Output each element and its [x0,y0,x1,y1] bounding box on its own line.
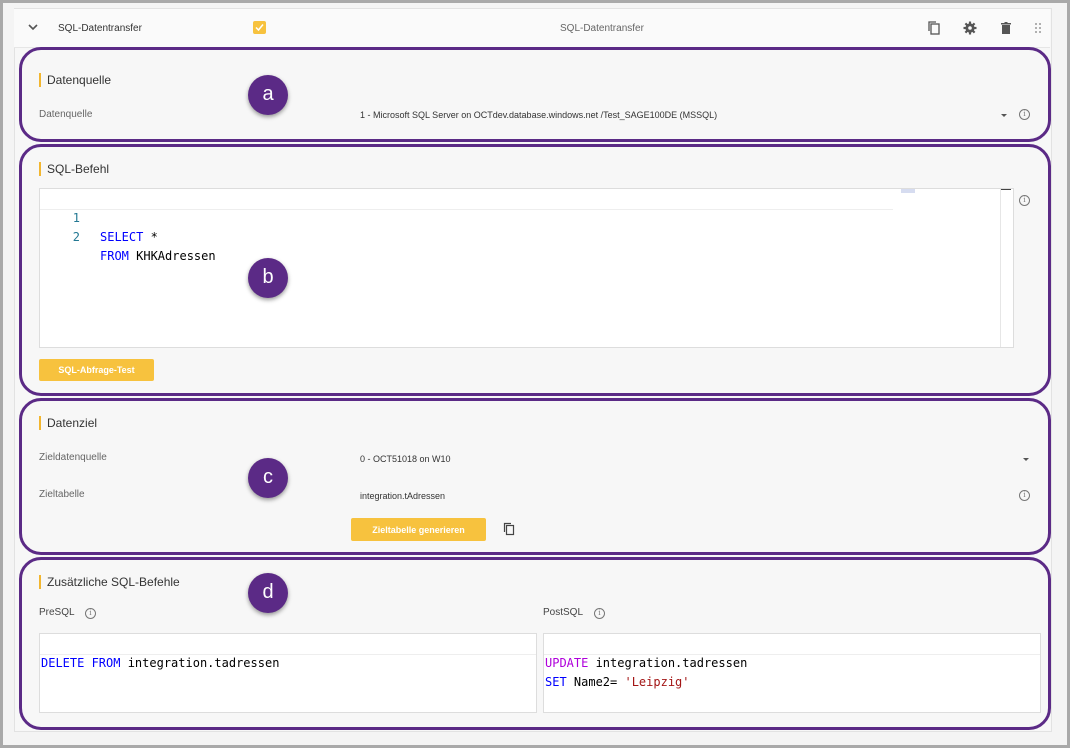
card-header: SQL-Datentransfer SQL-Datentransfer [14,9,1050,48]
section-title: SQL-Befehl [39,162,109,176]
section-datenquelle: Datenquelle Datenquelle 1 - Microsoft SQ… [19,47,1051,142]
info-icon[interactable]: i [1019,490,1030,501]
sql-keyword: SET [545,675,567,689]
generate-table-button[interactable]: Zieltabelle generieren [351,518,486,541]
zieldatenquelle-select[interactable]: 0 - OCT51018 on W10 [360,454,451,464]
annotation-badge-c: c [248,458,288,498]
gear-icon[interactable] [962,20,978,36]
card-title: SQL-Datentransfer [58,23,142,34]
scrollbar-thumb[interactable] [1001,189,1011,190]
sql-test-button[interactable]: SQL-Abfrage-Test [39,359,154,381]
card-type-label: SQL-Datentransfer [560,23,644,34]
zieltabelle-input[interactable]: integration.tAdressen [360,491,445,501]
sql-text: KHKAdressen [128,249,216,263]
annotation-badge-b: b [248,258,288,298]
copy-icon[interactable] [502,522,516,536]
trash-icon[interactable] [998,20,1014,36]
zieldatenquelle-label: Zieldatenquelle [39,452,107,463]
sql-keyword: FROM [100,249,129,263]
drag-handle-icon[interactable] [1030,20,1046,36]
code-line: UPDATE integration.tadressen [544,635,1040,670]
annotation-badge-a: a [248,75,288,115]
dropdown-caret-icon[interactable] [1023,458,1029,461]
annotation-badge-d: d [248,573,288,613]
section-title: Zusätzliche SQL-Befehle [39,575,180,589]
copy-icon[interactable] [926,20,942,36]
sql-keyword: DELETE FROM [41,656,121,670]
active-checkbox[interactable] [253,21,266,34]
code-line: 1 SELECT * [40,190,893,244]
sql-keyword: SELECT [100,230,144,244]
code-line: 2 FROM KHKAdressen [40,209,1013,263]
info-icon[interactable]: i [594,608,605,619]
info-icon[interactable]: i [1019,195,1030,206]
sql-text: integration.tadressen [120,656,280,670]
presql-label: PreSQL [39,607,75,618]
section-zusaetzliche-sql: Zusätzliche SQL-Befehle PreSQL i PostSQL… [19,557,1051,730]
info-icon[interactable]: i [1019,109,1030,120]
line-number: 2 [72,230,80,244]
chevron-down-icon[interactable] [26,20,40,34]
zieltabelle-label: Zieltabelle [39,489,85,500]
info-icon[interactable]: i [85,608,96,619]
datenquelle-select[interactable]: 1 - Microsoft SQL Server on OCTdev.datab… [360,110,717,120]
section-title: Datenziel [39,416,97,430]
sql-text: * [143,230,158,244]
minimap [901,189,915,193]
datenquelle-label: Datenquelle [39,109,93,120]
sql-text: Name2= [566,675,625,689]
postsql-label: PostSQL [543,607,584,618]
section-title: Datenquelle [39,73,111,87]
sql-string: 'Leipzig' [624,675,690,689]
postsql-editor[interactable]: UPDATE integration.tadressen SET Name2= … [543,633,1041,713]
code-line: SET Name2= 'Leipzig' [544,654,1040,689]
dropdown-caret-icon[interactable] [1001,114,1007,117]
presql-editor[interactable]: DELETE FROM integration.tadressen [39,633,537,713]
section-datenziel: Datenziel Zieldatenquelle 0 - OCT51018 o… [19,398,1051,555]
code-line: DELETE FROM integration.tadressen [40,635,536,670]
section-sql-befehl: SQL-Befehl 1 SELECT * 2 FROM KHKAdressen… [19,144,1051,396]
sql-editor[interactable]: 1 SELECT * 2 FROM KHKAdressen [39,188,1014,348]
editor-scrollbar[interactable] [1000,189,1013,347]
